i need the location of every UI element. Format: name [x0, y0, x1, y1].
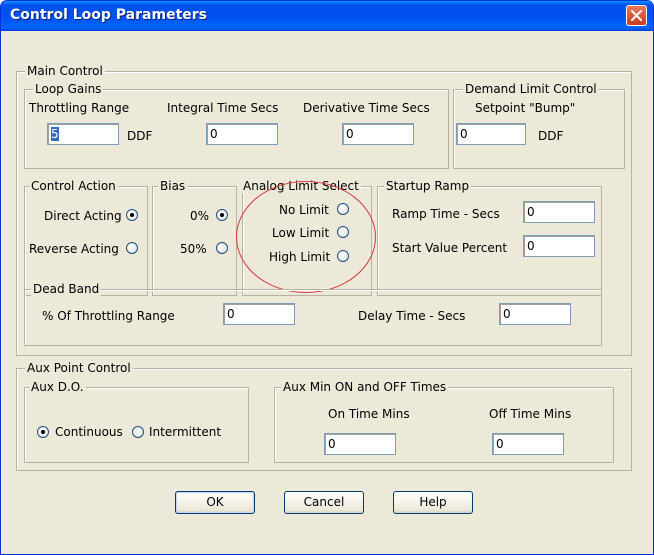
- bias-0-label: 0%: [190, 209, 210, 223]
- off-time-input[interactable]: 0: [492, 433, 564, 455]
- intermittent-label: Intermittent: [149, 425, 222, 439]
- bias-label: Bias: [158, 179, 188, 193]
- main-control-label: Main Control: [25, 64, 105, 78]
- throttling-range-input[interactable]: 5: [47, 123, 119, 145]
- reverse-acting-label: Reverse Acting: [29, 242, 119, 256]
- throttling-range-label: Throttling Range: [29, 101, 130, 115]
- aux-point-label: Aux Point Control: [25, 361, 133, 375]
- cancel-button[interactable]: Cancel: [284, 491, 364, 514]
- derivative-time-input[interactable]: 0: [342, 123, 414, 145]
- continuous-radio[interactable]: [37, 426, 49, 438]
- ramp-time-input[interactable]: 0: [523, 201, 595, 223]
- off-time-label: Off Time Mins: [489, 407, 572, 421]
- delay-time-label: Delay Time - Secs: [358, 309, 466, 323]
- integral-time-label: Integral Time Secs: [167, 101, 279, 115]
- integral-time-input[interactable]: 0: [206, 123, 278, 145]
- throttling-range-unit: DDF: [127, 129, 153, 143]
- startup-ramp-label: Startup Ramp: [384, 179, 472, 193]
- reverse-acting-radio[interactable]: [126, 242, 138, 254]
- throttling-pct-input[interactable]: 0: [223, 303, 295, 325]
- dialog-window: Control Loop Parameters Main Control Loo…: [0, 0, 654, 555]
- on-time-label: On Time Mins: [328, 407, 410, 421]
- ramp-time-label: Ramp Time - Secs: [392, 207, 500, 221]
- direct-acting-label: Direct Acting: [44, 209, 122, 223]
- help-button[interactable]: Help: [393, 491, 473, 514]
- demand-limit-sublabel: Setpoint "Bump": [475, 101, 576, 115]
- on-time-input[interactable]: 0: [324, 433, 396, 455]
- bias-50-radio[interactable]: [216, 242, 228, 254]
- control-action-group: Control Action: [24, 179, 148, 296]
- close-button[interactable]: [626, 5, 647, 26]
- ok-button[interactable]: OK: [175, 491, 255, 514]
- start-value-input[interactable]: 0: [523, 235, 595, 257]
- annotation-circle: [236, 181, 376, 293]
- delay-time-input[interactable]: 0: [499, 303, 571, 325]
- start-value-label: Start Value Percent: [392, 241, 508, 255]
- demand-limit-unit: DDF: [538, 129, 564, 143]
- direct-acting-radio[interactable]: [126, 209, 138, 221]
- demand-limit-input[interactable]: 0: [456, 123, 526, 145]
- aux-min-times-label: Aux Min ON and OFF Times: [281, 380, 449, 394]
- bias-group: Bias: [152, 179, 237, 296]
- control-action-label: Control Action: [29, 179, 118, 193]
- intermittent-radio[interactable]: [132, 426, 144, 438]
- derivative-time-label: Derivative Time Secs: [303, 101, 430, 115]
- demand-limit-label: Demand Limit Control: [463, 82, 599, 96]
- window-title: Control Loop Parameters: [10, 7, 207, 23]
- dialog-body: Main Control Loop Gains Throttling Range…: [4, 31, 650, 551]
- bias-0-radio[interactable]: [216, 209, 228, 221]
- close-icon: [631, 10, 642, 21]
- title-bar[interactable]: Control Loop Parameters: [1, 1, 653, 31]
- dead-band-label: Dead Band: [31, 282, 102, 296]
- loop-gains-label: Loop Gains: [33, 82, 104, 96]
- continuous-label: Continuous: [55, 425, 123, 439]
- bias-50-label: 50%: [180, 242, 207, 256]
- aux-do-label: Aux D.O.: [29, 380, 86, 394]
- throttling-pct-label: % Of Throttling Range: [42, 309, 175, 323]
